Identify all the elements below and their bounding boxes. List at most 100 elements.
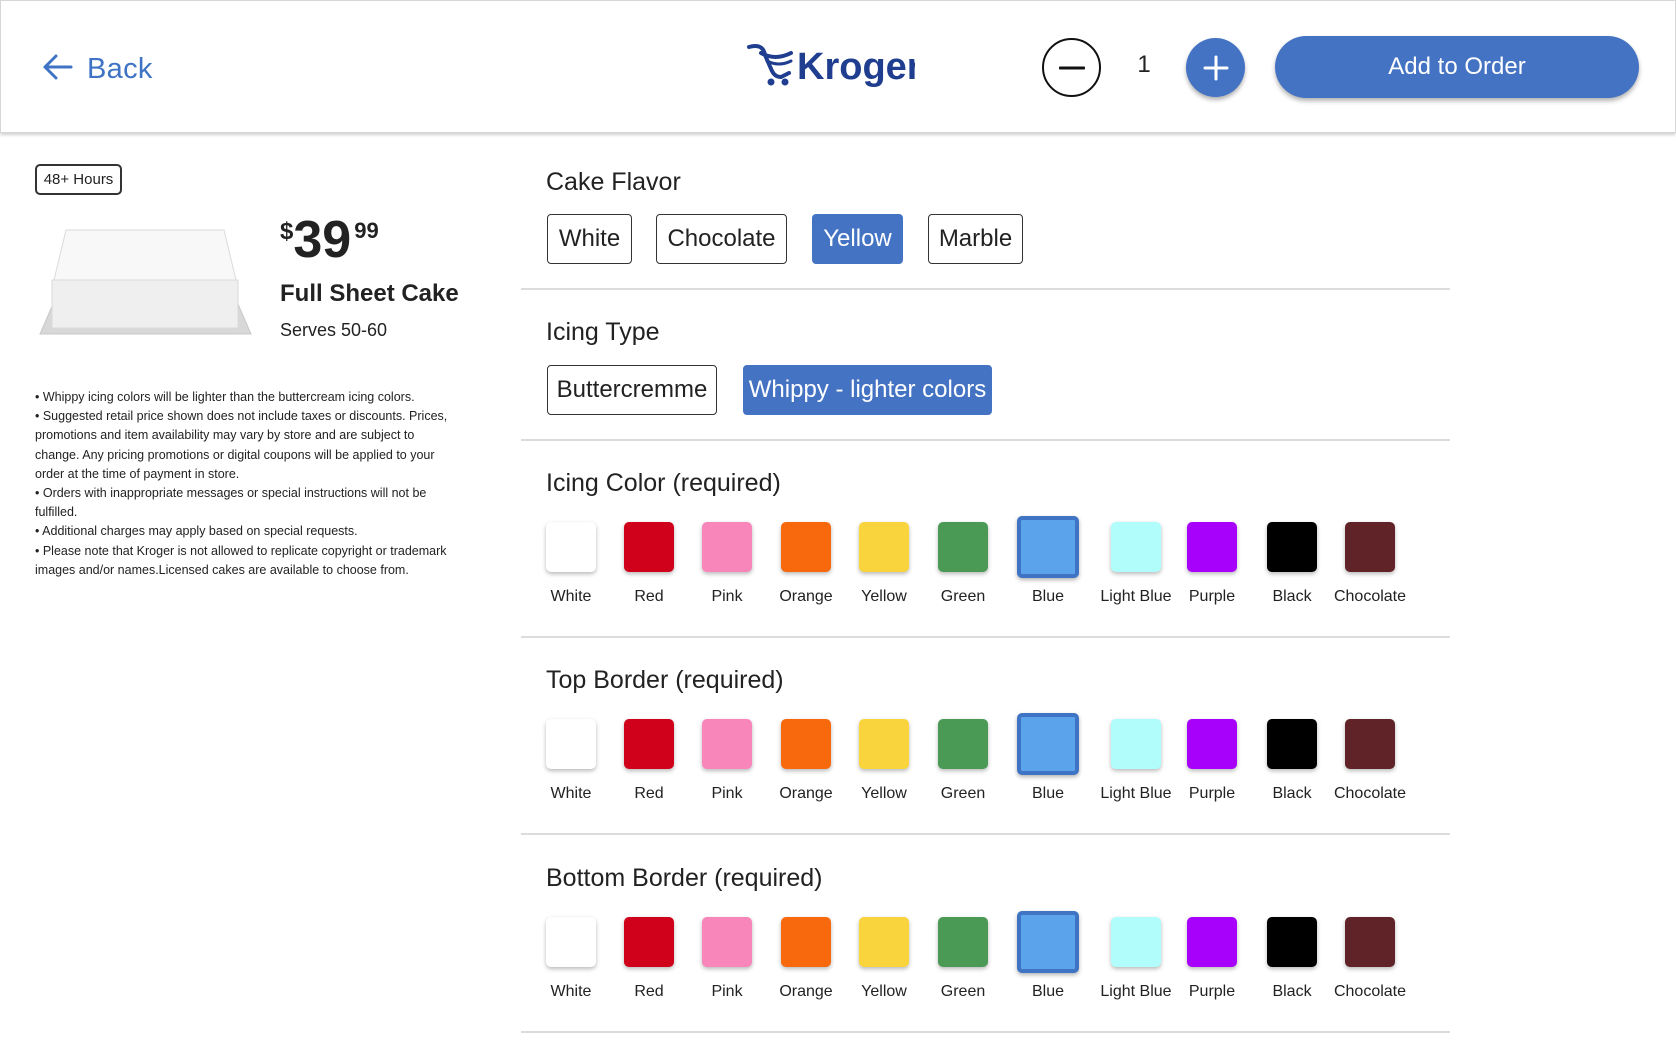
icing-option-buttercremme[interactable]: Buttercremme	[547, 365, 717, 415]
color-option-orange[interactable]: Orange	[761, 719, 851, 819]
color-swatch	[1187, 917, 1237, 967]
increase-quantity-button[interactable]	[1186, 38, 1245, 97]
note-item: • Orders with inappropriate messages or …	[35, 486, 427, 520]
cake-flavor-title: Cake Flavor	[546, 168, 681, 196]
bottom-border-title: Bottom Border (required)	[546, 864, 823, 892]
kroger-logo: Kroger	[745, 33, 922, 108]
color-option-white[interactable]: White	[526, 917, 616, 1017]
color-swatch	[1111, 522, 1161, 572]
icing-type-title: Icing Type	[546, 318, 660, 346]
color-swatch	[546, 522, 596, 572]
color-swatch	[546, 719, 596, 769]
price-cents: 99	[354, 218, 379, 243]
color-swatch	[624, 522, 674, 572]
color-swatch	[1345, 522, 1395, 572]
color-label: Chocolate	[1333, 588, 1407, 605]
color-swatch	[1111, 719, 1161, 769]
color-swatch	[1187, 719, 1237, 769]
add-to-order-button[interactable]: Add to Order	[1275, 36, 1639, 98]
back-button[interactable]: Back	[41, 47, 153, 91]
price-currency: $	[280, 218, 294, 245]
color-option-yellow[interactable]: Yellow	[839, 917, 929, 1017]
color-option-red[interactable]: Red	[604, 719, 694, 819]
color-swatch	[546, 917, 596, 967]
flavor-option-white[interactable]: White	[547, 214, 632, 264]
color-option-blue[interactable]: Blue	[1003, 516, 1093, 622]
color-swatch	[859, 917, 909, 967]
color-swatch	[781, 522, 831, 572]
color-swatch	[1111, 917, 1161, 967]
color-option-yellow[interactable]: Yellow	[839, 522, 929, 622]
color-option-chocolate[interactable]: Chocolate	[1325, 719, 1415, 819]
section-divider	[521, 288, 1450, 290]
color-swatch	[1345, 719, 1395, 769]
section-divider	[521, 833, 1450, 835]
quantity-value: 1	[1137, 51, 1151, 78]
minus-icon	[1058, 66, 1085, 69]
color-option-orange[interactable]: Orange	[761, 522, 851, 622]
color-swatch	[781, 917, 831, 967]
color-option-green[interactable]: Green	[918, 719, 1008, 819]
flavor-option-marble[interactable]: Marble	[928, 214, 1023, 264]
color-option-chocolate[interactable]: Chocolate	[1325, 522, 1415, 622]
color-option-green[interactable]: Green	[918, 917, 1008, 1017]
color-option-purple[interactable]: Purple	[1167, 522, 1257, 622]
color-option-white[interactable]: White	[526, 522, 616, 622]
top-border-swatches: White Red Pink Orange Yellow Green Blue Light B…	[0, 713, 1676, 819]
product-name: Full Sheet Cake	[280, 280, 459, 307]
section-divider	[521, 1031, 1450, 1033]
icing-option-whippy[interactable]: Whippy - lighter colors	[743, 365, 992, 415]
svg-text:Kroger: Kroger	[797, 46, 915, 88]
top-bar: Back Kroger 1 Add to Order	[0, 0, 1676, 133]
color-swatch	[1017, 713, 1079, 775]
note-item: • Suggested retail price shown does not …	[35, 409, 448, 481]
lead-time-badge: 48+ Hours	[35, 164, 122, 195]
color-swatch	[1267, 522, 1317, 572]
color-option-pink[interactable]: Pink	[682, 719, 772, 819]
color-swatch	[781, 719, 831, 769]
color-swatch	[859, 522, 909, 572]
color-swatch	[624, 719, 674, 769]
color-swatch	[1267, 917, 1317, 967]
color-option-pink[interactable]: Pink	[682, 522, 772, 622]
bottom-border-swatches: White Red Pink Orange Yellow Green Blue Light B…	[0, 911, 1676, 1017]
color-option-purple[interactable]: Purple	[1167, 719, 1257, 819]
color-option-blue[interactable]: Blue	[1003, 911, 1093, 1017]
color-swatch	[1267, 719, 1317, 769]
decrease-quantity-button[interactable]	[1042, 38, 1101, 97]
color-swatch	[938, 522, 988, 572]
color-swatch	[702, 522, 752, 572]
flavor-option-chocolate[interactable]: Chocolate	[656, 214, 787, 264]
note-item: • Whippy icing colors will be lighter th…	[35, 390, 415, 404]
color-option-blue[interactable]: Blue	[1003, 713, 1093, 819]
icing-color-swatches: White Red Pink Orange Yellow Green Blue Light B…	[0, 516, 1676, 622]
flavor-option-yellow[interactable]: Yellow	[812, 214, 903, 264]
section-divider	[521, 439, 1450, 441]
color-swatch	[1017, 911, 1079, 973]
color-option-black[interactable]: Black	[1247, 917, 1337, 1017]
top-border-title: Top Border (required)	[546, 666, 784, 694]
color-swatch	[702, 719, 752, 769]
color-option-white[interactable]: White	[526, 719, 616, 819]
color-label: Chocolate	[1333, 785, 1407, 802]
color-option-chocolate[interactable]: Chocolate	[1325, 917, 1415, 1017]
color-swatch	[1017, 516, 1079, 578]
plus-icon	[1203, 55, 1228, 80]
color-option-orange[interactable]: Orange	[761, 917, 851, 1017]
color-option-green[interactable]: Green	[918, 522, 1008, 622]
color-swatch	[624, 917, 674, 967]
color-option-yellow[interactable]: Yellow	[839, 719, 929, 819]
color-option-red[interactable]: Red	[604, 917, 694, 1017]
color-swatch	[702, 917, 752, 967]
color-swatch	[1187, 522, 1237, 572]
color-option-purple[interactable]: Purple	[1167, 917, 1257, 1017]
color-option-red[interactable]: Red	[604, 522, 694, 622]
color-swatch	[938, 719, 988, 769]
color-option-black[interactable]: Black	[1247, 522, 1337, 622]
color-swatch	[859, 719, 909, 769]
color-label: Chocolate	[1333, 983, 1407, 1000]
color-option-black[interactable]: Black	[1247, 719, 1337, 819]
icing-color-title: Icing Color (required)	[546, 469, 781, 497]
color-option-pink[interactable]: Pink	[682, 917, 772, 1017]
arrow-left-icon	[41, 53, 73, 86]
